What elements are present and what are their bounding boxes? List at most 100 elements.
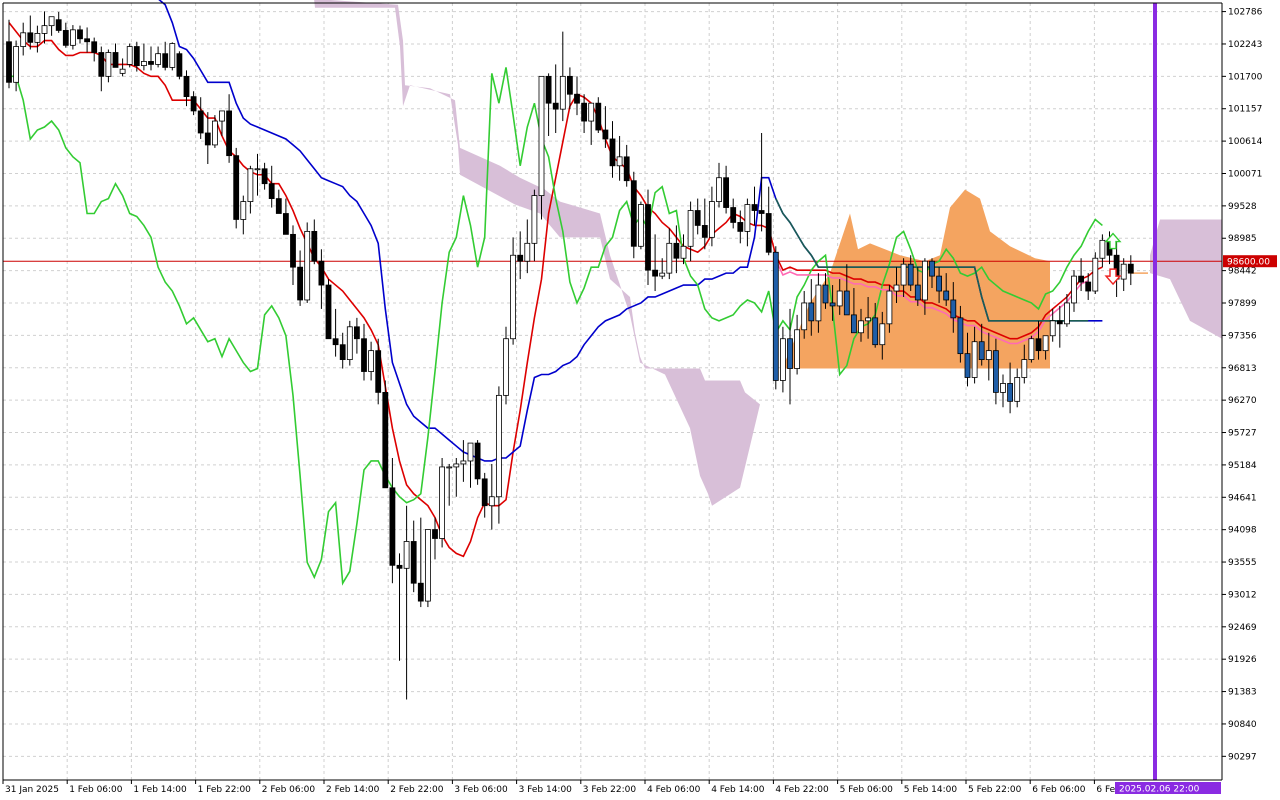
candle-body-18 [133, 46, 140, 67]
y-tick-label-15: 94641 [1228, 493, 1257, 503]
candle-body-149 [1064, 302, 1070, 325]
y-tick-label-0: 102786 [1228, 8, 1263, 18]
candle-body-116 [829, 302, 836, 307]
candle-body-98 [701, 225, 708, 238]
x-tick-label-11: 4 Feb 14:00 [711, 785, 765, 795]
candle-body-126 [900, 263, 907, 286]
candle-body-10 [77, 29, 83, 40]
candle-body-103 [737, 222, 744, 232]
candle-body-63 [453, 463, 460, 468]
candle-body-146 [1042, 335, 1049, 352]
y-tick-label-14: 95184 [1228, 461, 1257, 471]
candle-body-104 [744, 204, 751, 232]
x-tick-label-7: 3 Feb 06:00 [454, 785, 508, 795]
candle-body-113 [808, 302, 815, 322]
candle-body-150 [1071, 275, 1077, 304]
candle-body-39 [282, 213, 289, 235]
y-tick-label-9: 97899 [1228, 299, 1257, 309]
y-tick-label-12: 96270 [1228, 396, 1257, 406]
candle-body-85 [609, 138, 616, 167]
y-tick-label-21: 91383 [1228, 688, 1257, 698]
candle-body-128 [914, 284, 921, 301]
candle-body-139 [993, 350, 999, 393]
candle-body-44 [318, 260, 325, 286]
candle-body-69 [495, 394, 502, 498]
x-tick-label-2: 1 Feb 14:00 [133, 785, 187, 795]
candle-body-133 [950, 299, 957, 319]
candle-body-134 [957, 317, 964, 355]
candle-body-53 [382, 391, 389, 489]
candle-body-14 [105, 52, 112, 77]
y-tick-label-19: 92469 [1228, 623, 1257, 633]
candle-body-106 [758, 210, 765, 214]
candle-body-74 [531, 195, 538, 244]
y-tick-label-11: 96813 [1228, 364, 1257, 374]
candle-body-77 [552, 102, 559, 110]
candle-body-30 [219, 110, 225, 122]
candle-body-57 [410, 541, 417, 584]
candle-body-112 [801, 302, 808, 331]
candle-body-16 [119, 68, 126, 74]
candle-body-64 [460, 460, 467, 465]
candle-body-55 [396, 564, 403, 569]
x-tick-label-14: 5 Feb 14:00 [904, 785, 958, 795]
candle-body-157 [1120, 263, 1127, 280]
candle-body-34 [247, 168, 254, 202]
candle-body-52 [375, 350, 382, 393]
candle-body-70 [503, 338, 509, 396]
y-tick-label-5: 100071 [1228, 169, 1262, 179]
candle-body-144 [1028, 338, 1035, 360]
candle-body-24 [176, 53, 183, 77]
y-tick-label-10: 97356 [1228, 331, 1257, 341]
candle-body-73 [524, 242, 531, 262]
x-tick-label-8: 3 Feb 14:00 [519, 785, 573, 795]
candle-body-140 [1000, 383, 1006, 393]
y-tick-label-8: 98442 [1228, 267, 1257, 277]
candle-body-76 [545, 75, 552, 104]
candle-body-41 [297, 266, 304, 301]
y-tick-label-1: 102243 [1228, 40, 1262, 50]
candle-body-145 [1035, 338, 1042, 352]
candle-body-47 [339, 344, 346, 360]
candle-body-131 [936, 275, 942, 292]
candle-body-137 [978, 341, 985, 360]
candle-body-31 [226, 110, 233, 157]
candle-body-80 [574, 93, 580, 104]
candle-body-59 [424, 529, 431, 602]
y-tick-label-3: 101157 [1228, 105, 1262, 115]
candle-body-45 [325, 284, 332, 340]
candle-body-97 [694, 210, 701, 226]
candle-body-29 [211, 120, 218, 146]
candle-body-90 [645, 204, 651, 271]
candle-body-141 [1007, 383, 1013, 402]
candle-body-107 [765, 213, 772, 253]
candle-body-37 [268, 183, 275, 199]
y-tick-label-23: 90297 [1228, 752, 1257, 762]
candle-body-129 [922, 260, 928, 301]
candle-body-115 [822, 284, 829, 304]
candle-body-49 [353, 326, 360, 340]
candle-body-132 [943, 290, 950, 301]
x-tick-label-5: 2 Feb 14:00 [326, 785, 380, 795]
candle-body-13 [98, 52, 105, 77]
candle-body-67 [481, 478, 488, 507]
current-time-label: 2025.02.06 22:00 [1119, 785, 1200, 795]
x-tick-label-4: 2 Feb 06:00 [262, 785, 316, 795]
candle-body-42 [304, 230, 311, 301]
candle-body-26 [190, 96, 197, 112]
candle-body-72 [517, 254, 524, 262]
candle-body-35 [254, 168, 261, 171]
x-tick-label-1: 1 Feb 06:00 [69, 785, 123, 795]
y-tick-label-7: 98985 [1228, 234, 1257, 244]
candle-body-148 [1056, 320, 1063, 325]
candle-body-99 [709, 201, 715, 238]
candle-body-117 [836, 290, 843, 307]
y-tick-label-16: 94098 [1228, 526, 1257, 536]
y-tick-label-4: 100614 [1228, 137, 1263, 147]
candle-body-136 [971, 341, 978, 378]
y-tick-label-17: 93555 [1228, 558, 1257, 568]
candle-body-54 [389, 487, 396, 566]
candle-body-105 [751, 204, 758, 211]
x-tick-label-13: 5 Feb 06:00 [840, 785, 894, 795]
candle-body-123 [879, 323, 886, 346]
